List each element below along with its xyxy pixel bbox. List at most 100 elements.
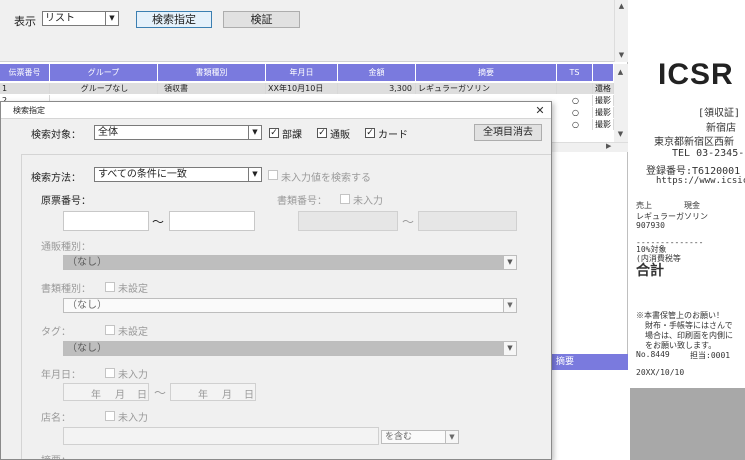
cell-extra: 撮影 (593, 119, 614, 130)
col-header-memo[interactable]: 摘要 (416, 64, 557, 81)
receipt-logo: ICSR (658, 58, 734, 91)
book-no-unentered-label: 未入力 (353, 196, 383, 207)
search-target-select[interactable]: 全体 ▼ (94, 125, 262, 140)
receipt-url: https://www.icsic (656, 176, 745, 186)
book-no-to-input[interactable] (418, 211, 517, 231)
search-settings-button[interactable]: 検索指定 (136, 11, 212, 28)
toolbar-scrollbar[interactable]: ▲ ▼ (614, 0, 628, 62)
receipt-item-code: 907930 (636, 221, 665, 230)
search-method-value: すべての条件に一致 (98, 169, 187, 180)
cell-extra: 撮影 (593, 95, 614, 106)
clear-all-button[interactable]: 全項目消去 (474, 124, 542, 141)
scroll-up-icon[interactable]: ▲ (614, 66, 627, 78)
search-target-value: 全体 (98, 127, 118, 138)
book-no-from-input[interactable] (298, 211, 398, 231)
receipt-sales: 売上 (636, 201, 652, 210)
cell-memo: レギュラーガソリン (416, 83, 557, 94)
chevron-down-icon[interactable]: ▼ (503, 256, 516, 269)
receipt-cash: 現金 (684, 201, 700, 210)
col-header-ts[interactable]: TS (557, 64, 593, 81)
search-unentered-label: 未入力値を検索する (281, 173, 371, 184)
cell-extra: 還格 (593, 83, 614, 94)
book-no-unentered-checkbox[interactable] (340, 194, 350, 204)
doc-type-label: 書類種別： (41, 284, 91, 295)
dialog-title-bar[interactable]: 検索指定 (1, 102, 551, 119)
tag-unset-checkbox[interactable] (105, 325, 115, 335)
search-method-select[interactable]: すべての条件に一致 ▼ (94, 167, 262, 182)
date-to-input[interactable]: 年 月 日 (170, 383, 256, 401)
receipt-total: 合計 (636, 263, 664, 279)
search-settings-dialog: 検索指定 ✕ 検索対象： 全体 ▼ ✓ 部課 ✓ 通販 ✓ カード 全項目消去 … (0, 101, 552, 460)
mailorder-type-select[interactable]: （なし） ▼ (63, 255, 517, 270)
date-to-year: 年 (198, 390, 208, 401)
store-unentered-checkbox[interactable] (105, 411, 115, 421)
date-from-year: 年 (91, 390, 101, 401)
chevron-down-icon[interactable]: ▼ (248, 168, 261, 181)
view-label: 表示 (14, 15, 36, 28)
doc-type-select[interactable]: （なし） ▼ (63, 298, 517, 313)
receipt-tel: TEL 03-2345- (672, 148, 745, 159)
cell-ts: ○ (557, 119, 593, 130)
cell-group: グループなし (50, 83, 158, 94)
date-unentered-label: 未入力 (118, 370, 148, 381)
receipt-no: No.8449 (636, 350, 670, 359)
cell-slip-no: 1 (0, 83, 50, 94)
col-header-doc-type[interactable]: 書類種別 (158, 64, 266, 81)
table-vertical-scrollbar[interactable]: ▲ ▼ (614, 64, 628, 142)
slip-no-label: 原票番号： (41, 196, 91, 207)
store-input[interactable] (63, 427, 379, 445)
store-label: 店名： (41, 413, 71, 424)
slip-no-from-input[interactable] (63, 211, 149, 231)
receipt-reg-no: 登録番号:T6120001 (646, 166, 741, 177)
col-header-group[interactable]: グループ (50, 64, 158, 81)
close-icon[interactable]: ✕ (533, 102, 547, 119)
search-unentered-checkbox[interactable] (268, 170, 278, 180)
department-checkbox[interactable]: ✓ (269, 128, 279, 138)
col-header-amount[interactable]: 金額 (338, 64, 416, 81)
card-label: カード (378, 130, 408, 141)
chevron-down-icon[interactable]: ▼ (503, 342, 516, 355)
cell-ts: ○ (557, 95, 593, 106)
table-row[interactable]: 1 グループなし 領収書 XX年10月10日 3,300 レギュラーガソリン 還… (0, 83, 614, 94)
book-no-tilde: ～ (402, 215, 415, 229)
receipt-image-background (630, 388, 745, 460)
detail-header-memo: 摘要 (556, 357, 575, 367)
tag-label: タグ： (41, 327, 71, 338)
doc-type-unset-checkbox[interactable] (105, 282, 115, 292)
date-from-input[interactable]: 年 月 日 (63, 383, 149, 401)
date-unentered-checkbox[interactable] (105, 368, 115, 378)
scroll-down-icon[interactable]: ▼ (615, 49, 628, 61)
doc-type-unset-label: 未設定 (118, 284, 148, 295)
chevron-down-icon[interactable]: ▼ (248, 126, 261, 139)
chevron-down-icon[interactable]: ▼ (105, 12, 118, 25)
tag-select[interactable]: （なし） ▼ (63, 341, 517, 356)
receipt-staff: 担当:0001 (690, 351, 731, 360)
store-match-value: を含む (385, 432, 413, 442)
tag-unset-label: 未設定 (118, 327, 148, 338)
mailorder-checkbox[interactable]: ✓ (317, 128, 327, 138)
receipt-address: 東京都新宿区西新 (654, 137, 734, 148)
cell-extra: 撮影 (593, 107, 614, 118)
col-header-extra[interactable] (593, 64, 614, 81)
memo-label: 摘要： (41, 452, 71, 459)
chevron-down-icon[interactable]: ▼ (503, 299, 516, 312)
date-to-month: 月 (222, 390, 232, 401)
view-select-value: リスト (45, 13, 75, 24)
verify-button[interactable]: 検証 (223, 11, 300, 28)
book-no-label: 書類番号： (277, 196, 327, 207)
date-to-day: 日 (244, 390, 254, 401)
view-select[interactable]: リスト ▼ (42, 11, 119, 26)
mailorder-type-value: （なし） (67, 257, 107, 268)
scroll-right-icon[interactable]: ▶ (606, 142, 611, 150)
col-header-date[interactable]: 年月日 (266, 64, 338, 81)
receipt-branch: 新宿店 (706, 123, 736, 134)
chevron-down-icon[interactable]: ▼ (445, 431, 458, 443)
tag-value: （なし） (67, 343, 107, 354)
store-unentered-label: 未入力 (118, 413, 148, 424)
slip-no-to-input[interactable] (169, 211, 255, 231)
card-checkbox[interactable]: ✓ (365, 128, 375, 138)
scroll-up-icon[interactable]: ▲ (615, 0, 628, 12)
col-header-slip-no[interactable]: 伝票番号 (0, 64, 50, 81)
scroll-down-icon[interactable]: ▼ (614, 128, 627, 140)
store-match-select[interactable]: を含む ▼ (381, 430, 459, 444)
